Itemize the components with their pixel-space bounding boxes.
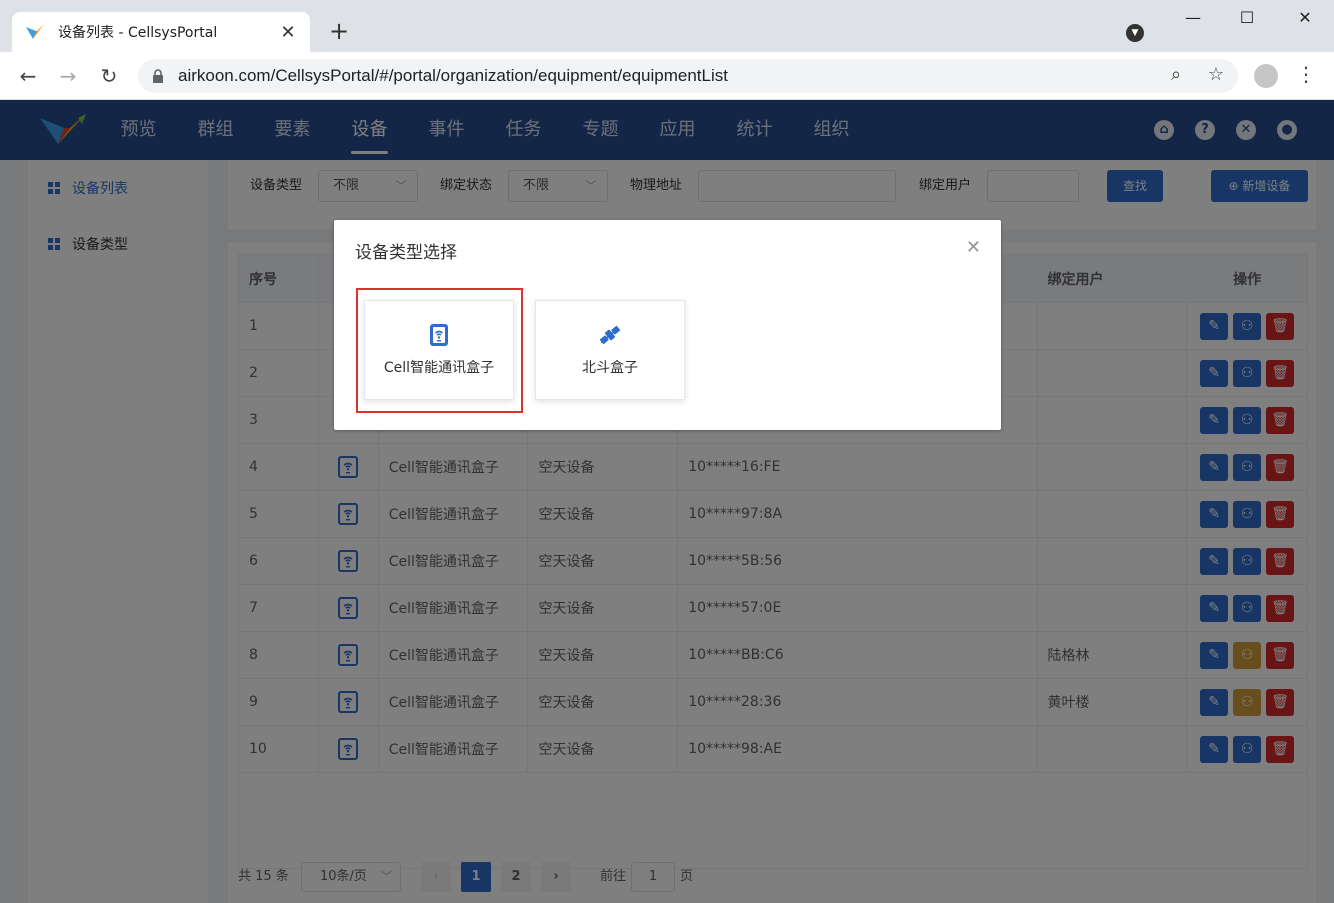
device-type-dialog: 设备类型选择 ✕ Cell智能通讯盒子 北斗盒子: [334, 220, 1001, 430]
reload-icon[interactable]: ↻: [97, 64, 121, 88]
dialog-close-icon[interactable]: ✕: [966, 238, 981, 258]
browser-tab[interactable]: 设备列表 - CellsysPortal ✕: [12, 12, 310, 52]
tab-search-icon[interactable]: ▼: [1126, 24, 1144, 42]
bookmark-star-icon[interactable]: ☆: [1204, 64, 1228, 85]
browser-tabbar: 设备列表 - CellsysPortal ✕ + ▼ — ☐ ✕: [0, 0, 1334, 52]
url-text: airkoon.com/CellsysPortal/#/portal/organ…: [178, 66, 728, 85]
maximize-icon[interactable]: ☐: [1232, 8, 1262, 27]
close-tab-icon[interactable]: ✕: [278, 22, 298, 43]
back-icon[interactable]: ←: [16, 64, 40, 88]
satellite-icon: [599, 325, 621, 345]
profile-avatar-icon[interactable]: [1254, 64, 1278, 88]
type-option-beidou-box[interactable]: 北斗盒子: [535, 300, 685, 400]
window-close-icon[interactable]: ✕: [1290, 8, 1320, 27]
address-bar[interactable]: airkoon.com/CellsysPortal/#/portal/organ…: [138, 59, 1238, 93]
type-option-cell-box[interactable]: Cell智能通讯盒子: [364, 300, 514, 400]
minimize-icon[interactable]: —: [1178, 8, 1208, 27]
forward-icon[interactable]: →: [56, 64, 80, 88]
browser-toolbar: ← → ↻ airkoon.com/CellsysPortal/#/portal…: [0, 52, 1334, 100]
type-option-label: 北斗盒子: [582, 360, 638, 376]
browser-menu-icon[interactable]: ⋮: [1296, 62, 1316, 86]
type-option-label: Cell智能通讯盒子: [383, 360, 495, 376]
app-favicon-icon: [26, 24, 44, 39]
browser-tab-title: 设备列表 - CellsysPortal: [58, 25, 218, 41]
wifi-device-icon: [430, 324, 448, 346]
new-tab-icon[interactable]: +: [326, 18, 352, 44]
dialog-title: 设备类型选择: [355, 243, 457, 263]
lock-icon: [153, 69, 163, 83]
zoom-icon[interactable]: ⌕: [1164, 64, 1188, 85]
